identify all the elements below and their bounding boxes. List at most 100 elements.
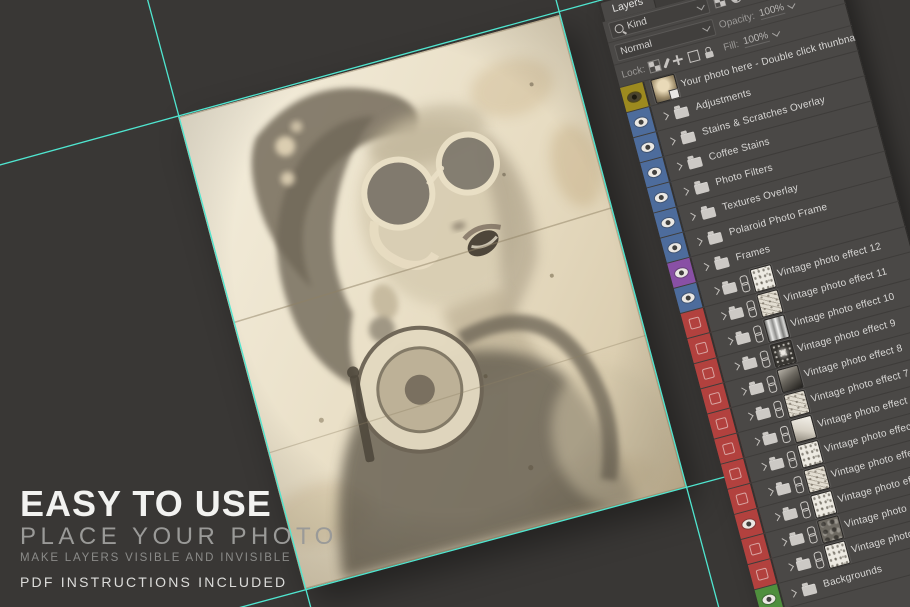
lock-all-icon[interactable]: [705, 50, 714, 58]
chevron-down-icon[interactable]: [788, 1, 796, 9]
filter-adjustment-layers-icon[interactable]: [729, 0, 742, 4]
link-icon: [785, 451, 797, 467]
expand-chevron-icon[interactable]: [674, 162, 682, 170]
link-icon: [812, 551, 824, 567]
link-icon: [738, 275, 750, 291]
link-icon: [799, 501, 811, 517]
hidden-visibility-box-icon: [702, 367, 715, 380]
expand-chevron-icon[interactable]: [661, 112, 669, 120]
layer-thumbnail[interactable]: [796, 439, 823, 468]
hidden-visibility-box-icon: [695, 341, 708, 354]
hidden-visibility-box-icon: [729, 467, 742, 480]
guide-line-top: [0, 0, 616, 166]
link-icon: [805, 526, 817, 542]
eye-icon: [634, 116, 649, 128]
expand-chevron-icon[interactable]: [667, 137, 675, 145]
folder-icon: [755, 407, 771, 420]
folder-icon: [742, 357, 758, 370]
expand-chevron-icon[interactable]: [688, 212, 696, 220]
folder-icon: [762, 432, 778, 445]
layer-thumbnail[interactable]: [783, 389, 810, 418]
chevron-down-icon: [702, 23, 710, 31]
hidden-visibility-box-icon: [688, 316, 701, 329]
layer-thumbnail[interactable]: [790, 414, 817, 443]
hidden-visibility-box-icon: [715, 417, 728, 430]
chevron-down-icon: [696, 2, 704, 10]
eye-icon: [627, 91, 642, 103]
lock-label: Lock:: [620, 64, 646, 81]
expand-chevron-icon[interactable]: [772, 513, 780, 521]
folder-icon: [735, 332, 751, 345]
eye-icon: [654, 191, 669, 203]
hidden-visibility-box-icon: [755, 567, 768, 580]
lock-image-pixels-icon[interactable]: [663, 58, 669, 68]
expand-chevron-icon[interactable]: [712, 287, 720, 295]
eye-icon: [661, 217, 676, 229]
eye-icon: [640, 141, 655, 153]
folder-icon: [680, 131, 696, 144]
layer-thumbnail[interactable]: [803, 464, 830, 493]
hidden-visibility-box-icon: [722, 442, 735, 455]
expand-chevron-icon[interactable]: [745, 412, 753, 420]
link-icon: [758, 350, 770, 366]
expand-chevron-icon[interactable]: [786, 563, 794, 571]
folder-icon: [714, 256, 730, 269]
eye-icon: [681, 292, 696, 304]
layer-thumbnail[interactable]: [756, 289, 783, 318]
link-icon: [792, 476, 804, 492]
folder-icon: [707, 231, 723, 244]
expand-chevron-icon[interactable]: [789, 589, 797, 597]
layer-thumbnail[interactable]: [749, 263, 776, 292]
expand-chevron-icon[interactable]: [752, 437, 760, 445]
expand-chevron-icon[interactable]: [765, 487, 773, 495]
fill-value[interactable]: 100%: [742, 30, 770, 48]
folder-icon: [687, 156, 703, 169]
marketing-subtitle: PLACE YOUR PHOTO: [20, 524, 338, 550]
link-icon: [778, 426, 790, 442]
link-icon: [745, 300, 757, 316]
expand-chevron-icon[interactable]: [732, 362, 740, 370]
filter-pixel-layers-icon[interactable]: [714, 0, 725, 7]
expand-chevron-icon[interactable]: [759, 462, 767, 470]
hidden-visibility-box-icon: [749, 542, 762, 555]
layer-thumbnail[interactable]: [770, 339, 797, 368]
lock-position-icon[interactable]: [672, 54, 684, 66]
eye-icon: [762, 593, 777, 605]
expand-chevron-icon[interactable]: [718, 312, 726, 320]
expand-chevron-icon[interactable]: [681, 187, 689, 195]
folder-icon: [789, 532, 805, 545]
search-icon: [614, 23, 625, 34]
folder-icon: [748, 382, 764, 395]
layer-thumbnail[interactable]: [817, 515, 844, 544]
folder-icon: [728, 306, 744, 319]
marketing-tagline: MAKE LAYERS VISIBLE AND INVISIBLE: [20, 552, 338, 565]
expand-chevron-icon[interactable]: [725, 337, 733, 345]
expand-chevron-icon[interactable]: [779, 538, 787, 546]
hidden-visibility-box-icon: [708, 392, 721, 405]
eye-icon: [667, 242, 682, 254]
folder-icon: [769, 457, 785, 470]
layer-thumbnail[interactable]: [776, 364, 803, 393]
marketing-text-block: EASY TO USE PLACE YOUR PHOTO MAKE LAYERS…: [20, 486, 338, 590]
marketing-note: PDF INSTRUCTIONS INCLUDED: [20, 575, 338, 590]
eye-icon: [647, 166, 662, 178]
layer-thumbnail[interactable]: [810, 490, 837, 519]
chevron-down-icon[interactable]: [772, 29, 780, 37]
layer-thumbnail[interactable]: [763, 314, 790, 343]
eye-icon: [674, 267, 689, 279]
link-icon: [765, 375, 777, 391]
link-icon: [752, 325, 764, 341]
folder-icon: [795, 558, 811, 571]
folder-icon: [700, 206, 716, 219]
expand-chevron-icon[interactable]: [739, 387, 747, 395]
expand-chevron-icon[interactable]: [701, 262, 709, 270]
hidden-visibility-box-icon: [735, 492, 748, 505]
lock-transparent-pixels-icon[interactable]: [648, 60, 660, 72]
folder-icon: [694, 181, 710, 194]
expand-chevron-icon[interactable]: [694, 237, 702, 245]
opacity-value[interactable]: 100%: [758, 2, 786, 20]
layer-thumbnail[interactable]: [823, 540, 850, 569]
lock-artboard-icon[interactable]: [687, 49, 700, 62]
layer-name: Frames: [735, 244, 772, 264]
folder-icon: [775, 482, 791, 495]
